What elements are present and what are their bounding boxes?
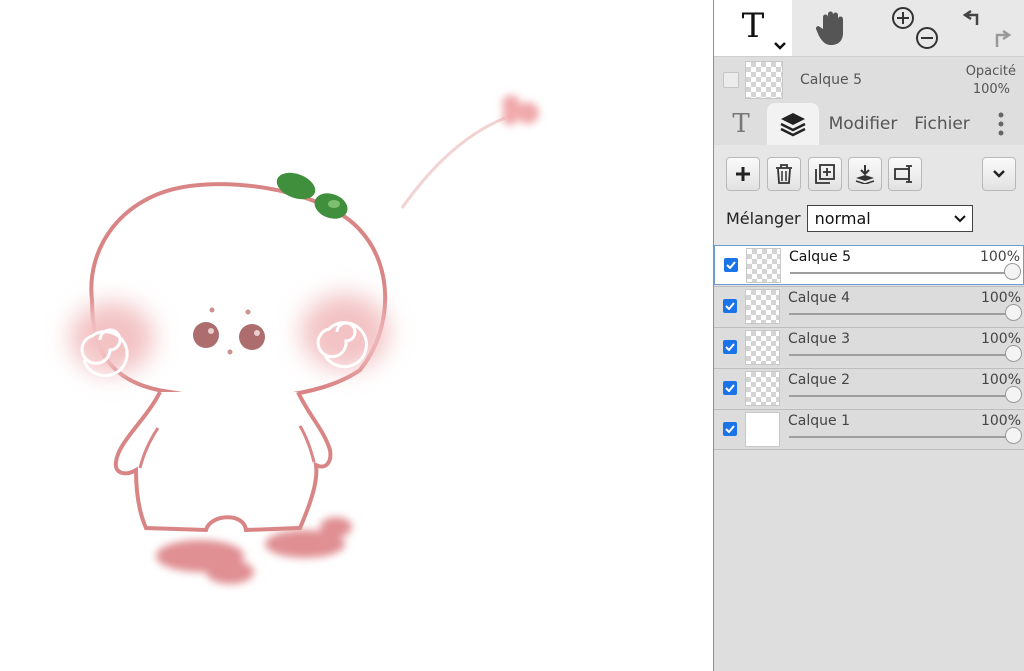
current-layer-checkbox[interactable]	[723, 72, 739, 88]
duplicate-icon	[815, 164, 835, 184]
layer-opacity-knob[interactable]	[1005, 345, 1022, 362]
balloon-string	[400, 116, 506, 209]
history-buttons	[950, 0, 1024, 56]
layer-row-calque-3[interactable]: Calque 3 100%	[714, 327, 1024, 367]
layer-row-calque-2[interactable]: Calque 2 100%	[714, 368, 1024, 408]
illustration	[70, 95, 539, 584]
check-icon	[725, 425, 735, 433]
text-tool-icon: T	[741, 6, 765, 46]
opacity-label: Opacité	[965, 64, 1016, 79]
tab-modifier[interactable]: Modifier	[826, 103, 900, 145]
layers-icon	[780, 113, 806, 137]
layer-name: Calque 1	[788, 413, 850, 429]
zoom-buttons	[872, 0, 950, 56]
layer-thumbnail	[746, 248, 781, 283]
opacity-value: 100%	[972, 82, 1010, 97]
chevron-down-icon	[774, 42, 786, 50]
layer-name: Calque 2	[788, 372, 850, 388]
layer-opacity-knob[interactable]	[1004, 263, 1021, 280]
layer-opacity-knob[interactable]	[1005, 427, 1022, 444]
layer-options-dropdown[interactable]	[982, 157, 1016, 191]
zoom-icons	[892, 7, 938, 49]
chevron-down-icon	[953, 214, 966, 222]
text-tab-icon: T	[732, 109, 750, 139]
layer-row-calque-4[interactable]: Calque 4 100%	[714, 286, 1024, 326]
blend-mode-row: Mélanger normal	[726, 205, 973, 232]
undo-icon[interactable]	[962, 9, 979, 25]
zoom-out-icon[interactable]	[916, 27, 938, 49]
layer-thumbnail	[745, 371, 780, 406]
side-panel: T Calque 5 Opacité 100% T Modifier Fichi…	[713, 0, 1024, 671]
layer-thumbnail	[745, 330, 780, 365]
layer-row-calque-1[interactable]: Calque 1 100%	[714, 409, 1024, 450]
layer-properties-button[interactable]	[888, 157, 922, 191]
redo-icon[interactable]	[995, 29, 1012, 47]
layer-opacity-slider[interactable]	[789, 395, 1016, 397]
drawing-canvas[interactable]	[0, 0, 713, 671]
tab-text[interactable]: T	[720, 103, 762, 145]
tool-row: T	[714, 0, 1024, 57]
check-icon	[725, 384, 735, 392]
layer-visibility-checkbox[interactable]	[723, 340, 737, 354]
layer-opacity-slider[interactable]	[789, 436, 1016, 438]
layer-opacity-knob[interactable]	[1005, 386, 1022, 403]
layer-name: Calque 5	[789, 249, 851, 265]
trash-icon	[776, 164, 792, 184]
panel-tabs: T Modifier Fichier	[714, 103, 1024, 145]
current-layer-name: Calque 5	[800, 72, 862, 88]
blend-mode-value: normal	[814, 209, 871, 228]
current-layer-header: Calque 5 Opacité 100%	[714, 57, 1024, 103]
zoom-in-icon[interactable]	[892, 7, 914, 29]
chevron-down-icon	[993, 170, 1005, 178]
add-layer-button[interactable]	[726, 157, 760, 191]
merge-down-icon	[855, 165, 875, 184]
delete-layer-button[interactable]	[767, 157, 801, 191]
layer-thumbnail	[745, 412, 780, 447]
character-body	[113, 391, 333, 533]
tab-layers[interactable]	[767, 103, 819, 145]
merge-down-button[interactable]	[848, 157, 882, 191]
history-icons	[962, 9, 1012, 47]
layer-visibility-checkbox[interactable]	[723, 422, 737, 436]
text-cursor-box-icon	[894, 165, 912, 183]
layer-name: Calque 4	[788, 290, 850, 306]
layer-opacity-knob[interactable]	[1005, 304, 1022, 321]
more-menu-button[interactable]	[988, 103, 1014, 145]
duplicate-layer-button[interactable]	[808, 157, 842, 191]
layer-opacity-slider[interactable]	[790, 272, 1015, 274]
layer-visibility-checkbox[interactable]	[723, 381, 737, 395]
layer-row-calque-5[interactable]: Calque 5 100%	[714, 245, 1024, 285]
text-tool-button[interactable]: T	[714, 0, 792, 56]
tab-fichier[interactable]: Fichier	[910, 103, 974, 145]
blend-label: Mélanger	[726, 209, 801, 228]
hand-tool-button[interactable]	[793, 0, 871, 56]
layer-visibility-checkbox[interactable]	[723, 299, 737, 313]
layer-name: Calque 3	[788, 331, 850, 347]
more-vertical-icon	[998, 112, 1004, 136]
heart-balloon	[502, 95, 539, 125]
hand-tool-icon	[815, 11, 843, 45]
layer-opacity-slider[interactable]	[789, 354, 1016, 356]
check-icon	[725, 343, 735, 351]
layer-thumbnail	[745, 289, 780, 324]
layer-opacity-slider[interactable]	[789, 313, 1016, 315]
blend-mode-select[interactable]: normal	[806, 205, 973, 232]
plus-icon	[736, 167, 750, 181]
check-icon	[726, 261, 736, 269]
layer-toolbar: Mélanger normal	[714, 145, 1024, 245]
check-icon	[725, 302, 735, 310]
layer-visibility-checkbox[interactable]	[724, 258, 738, 272]
current-layer-thumbnail	[745, 61, 783, 99]
